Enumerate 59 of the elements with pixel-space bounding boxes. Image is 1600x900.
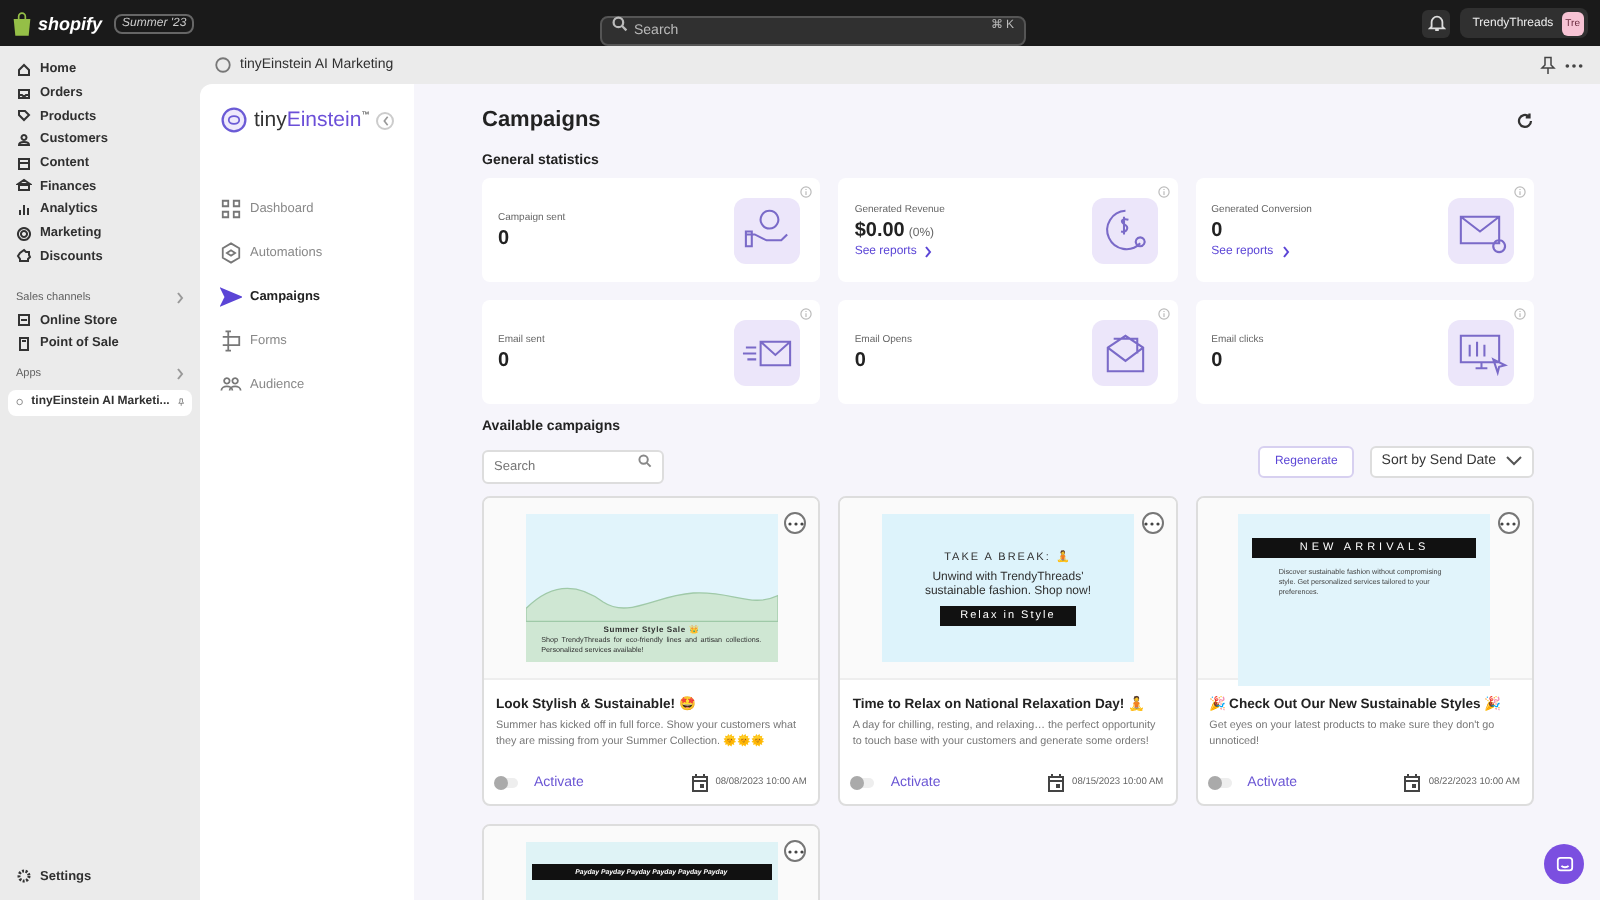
settings-icon bbox=[16, 868, 32, 885]
person-icon bbox=[16, 131, 32, 148]
info-icon[interactable] bbox=[800, 186, 813, 198]
chevron-right-icon bbox=[924, 245, 933, 257]
calendar-icon bbox=[1048, 774, 1065, 792]
stat-value: $0.00 bbox=[854, 219, 905, 241]
discount-icon bbox=[16, 248, 32, 265]
store-icon bbox=[16, 312, 32, 329]
search-icon bbox=[638, 454, 652, 468]
chevron-right-icon[interactable] bbox=[176, 292, 184, 305]
home-icon bbox=[16, 61, 32, 78]
collapse-button[interactable] bbox=[376, 111, 394, 129]
people-icon bbox=[220, 374, 242, 396]
more-options-button[interactable] bbox=[1497, 512, 1520, 534]
stat-value: 0 bbox=[854, 349, 866, 371]
brand-name: shopify bbox=[38, 13, 103, 33]
tag-icon bbox=[16, 108, 32, 125]
target-icon bbox=[16, 225, 32, 242]
content-icon bbox=[16, 155, 32, 172]
chat-icon bbox=[1555, 855, 1573, 873]
form-icon bbox=[220, 330, 242, 352]
notification-button[interactable] bbox=[1422, 9, 1451, 37]
stat-value: 0 bbox=[498, 227, 510, 249]
refresh-icon[interactable] bbox=[1516, 111, 1534, 129]
info-icon[interactable] bbox=[1157, 308, 1170, 320]
shopping-bag-icon bbox=[12, 11, 32, 35]
info-icon[interactable] bbox=[800, 308, 813, 320]
info-icon[interactable] bbox=[1157, 186, 1170, 198]
inbox-icon bbox=[16, 85, 32, 102]
activate-toggle[interactable] bbox=[852, 778, 875, 788]
more-icon[interactable] bbox=[1564, 61, 1584, 69]
page-title: Campaigns bbox=[482, 106, 601, 136]
chevron-right-icon[interactable] bbox=[176, 367, 184, 380]
more-options-button[interactable] bbox=[784, 840, 807, 862]
chat-button[interactable] bbox=[1544, 844, 1584, 884]
grid-icon bbox=[220, 198, 242, 220]
pin-icon bbox=[177, 394, 184, 411]
chevron-left-icon bbox=[381, 115, 389, 125]
chart-icon bbox=[16, 201, 32, 218]
activate-toggle[interactable] bbox=[496, 778, 518, 788]
bank-icon bbox=[16, 178, 32, 195]
chevron-down-icon bbox=[1506, 456, 1522, 466]
activate-toggle[interactable] bbox=[1209, 778, 1232, 788]
more-options-button[interactable] bbox=[1141, 512, 1164, 534]
stat-value: 0 bbox=[1211, 219, 1223, 241]
app-logo-icon bbox=[214, 56, 232, 74]
bell-icon bbox=[1427, 14, 1446, 32]
calendar-icon bbox=[1404, 774, 1421, 792]
pin-icon[interactable] bbox=[1540, 56, 1556, 74]
info-icon[interactable] bbox=[1513, 186, 1526, 198]
send-icon bbox=[220, 286, 242, 308]
info-icon[interactable] bbox=[1513, 308, 1526, 320]
stat-value: 0 bbox=[498, 349, 510, 371]
calendar-icon bbox=[691, 774, 708, 792]
more-options-button[interactable] bbox=[784, 512, 807, 534]
point-of-sale-icon bbox=[16, 335, 32, 352]
stat-value: 0 bbox=[1211, 349, 1223, 371]
chevron-right-icon bbox=[1281, 245, 1290, 257]
hexagon-icon bbox=[220, 242, 242, 264]
